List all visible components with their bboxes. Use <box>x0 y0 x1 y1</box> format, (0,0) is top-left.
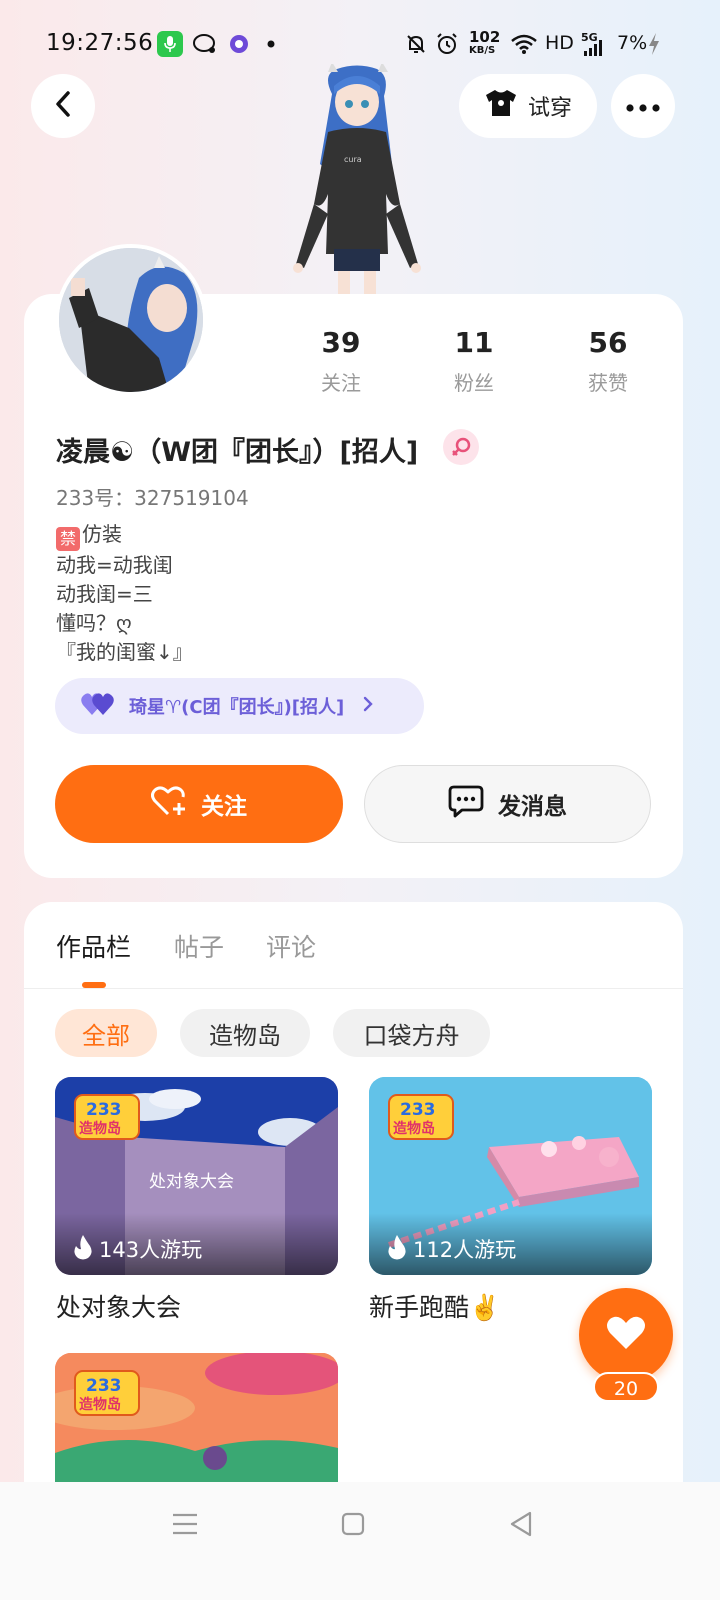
game-title[interactable]: 新手跑酷✌️ <box>369 1288 500 1324</box>
tab-posts[interactable]: 帖子 <box>174 928 224 964</box>
profile-avatar[interactable] <box>55 244 207 396</box>
logo-text-bottom: 造物岛 <box>393 1120 435 1137</box>
home-icon[interactable] <box>341 1512 365 1540</box>
user-id[interactable]: 233号：327519104 <box>56 482 249 511</box>
game-title[interactable]: 处对象大会 <box>56 1288 181 1324</box>
net-speed-value: 102 <box>469 28 501 46</box>
bestie-name: 琦星♈(C团『团长』)[招人] <box>129 697 345 718</box>
heart-icon <box>606 1315 646 1355</box>
like-button[interactable] <box>579 1288 673 1382</box>
follow-label: 关注 <box>201 794 247 820</box>
play-count-text: 112人游玩 <box>413 1238 517 1262</box>
menu-icon[interactable] <box>172 1512 198 1540</box>
more-button[interactable] <box>611 74 675 138</box>
status-time: 19:27:56 <box>46 30 154 56</box>
tab-comments[interactable]: 评论 <box>266 928 316 964</box>
chevron-left-icon <box>53 90 73 122</box>
tabs-divider <box>24 988 683 989</box>
battery-text: 7% <box>617 32 648 54</box>
net-speed-unit: KB/S <box>469 45 496 56</box>
filter-all[interactable]: 全部 <box>55 1009 157 1057</box>
logo-text-top: 233 <box>86 1100 122 1120</box>
bio-line: 动我闺=三 <box>56 582 153 606</box>
mic-icon <box>157 31 183 57</box>
message-icon <box>448 784 484 824</box>
bio: 禁仿装 动我=动我闺 动我闺=三 懂吗？ღ 『我的闺蜜↓』 <box>56 520 193 667</box>
bio-line: 『我的闺蜜↓』 <box>56 640 193 664</box>
island-logo: 233 造物岛 <box>387 1093 455 1141</box>
tshirt-icon <box>484 88 518 124</box>
stat-likes-value: 56 <box>588 326 628 359</box>
logo-text-top: 233 <box>86 1376 122 1396</box>
message-button[interactable]: 发消息 <box>364 765 651 843</box>
more-dots-icon <box>626 97 660 116</box>
alarm-icon <box>434 32 460 56</box>
stat-fans-value: 11 <box>454 326 494 359</box>
stat-likes[interactable]: 56 获赞 <box>563 326 653 396</box>
tab-works[interactable]: 作品栏 <box>56 928 131 964</box>
bio-line: 动我=动我闺 <box>56 553 173 577</box>
game-card[interactable]: 233 造物岛 <box>55 1353 338 1483</box>
bestie-link[interactable]: 琦星♈(C团『团长』)[招人] <box>55 678 424 734</box>
stat-following-value: 39 <box>321 326 361 359</box>
hd-label: HD <box>545 32 574 54</box>
female-icon <box>443 429 479 465</box>
bio-line-text: 仿装 <box>82 522 122 546</box>
mute-bell-icon <box>404 32 428 56</box>
game-scene-text: 处对象大会 <box>149 1172 234 1192</box>
game-card[interactable]: 处对象大会 233 造物岛 143人游玩 <box>55 1077 338 1275</box>
filter-pocket-ark[interactable]: 口袋方舟 <box>333 1009 490 1057</box>
play-count: 112人游玩 <box>369 1213 652 1275</box>
stat-fans[interactable]: 11 粉丝 <box>429 326 519 396</box>
stat-likes-label: 获赞 <box>588 371 628 395</box>
dot-icon <box>266 32 276 56</box>
message-label: 发消息 <box>498 794 567 820</box>
like-count: 20 <box>593 1372 659 1402</box>
system-nav-bar <box>0 1482 720 1600</box>
vpn-icon <box>228 32 250 56</box>
island-logo: 233 造物岛 <box>73 1093 141 1141</box>
bio-line: 禁仿装 <box>56 520 193 551</box>
island-logo: 233 造物岛 <box>73 1369 141 1417</box>
avatar-character-3d[interactable]: cura <box>282 62 432 296</box>
flame-icon <box>387 1234 407 1265</box>
svg-text:cura: cura <box>344 155 362 164</box>
bio-line: 懂吗？ღ <box>56 611 132 635</box>
back-button[interactable] <box>31 74 95 138</box>
heart-plus-icon <box>151 785 187 823</box>
logo-text-bottom: 造物岛 <box>79 1120 121 1137</box>
chevron-right-icon <box>362 695 374 718</box>
ban-badge: 禁 <box>56 527 80 551</box>
stat-following[interactable]: 39 关注 <box>296 326 386 396</box>
nickname: 凌晨☯（W团『团长』）[招人] <box>56 437 419 468</box>
double-heart-icon <box>81 691 115 722</box>
follow-button[interactable]: 关注 <box>55 765 343 843</box>
stat-fans-label: 粉丝 <box>454 371 494 395</box>
play-count-text: 143人游玩 <box>99 1238 203 1262</box>
flame-icon <box>73 1234 93 1265</box>
charging-icon <box>647 32 661 56</box>
logo-text-bottom: 造物岛 <box>79 1396 121 1413</box>
try-on-label: 试穿 <box>527 96 572 121</box>
play-count: 143人游玩 <box>55 1213 338 1275</box>
back-icon[interactable] <box>508 1510 534 1542</box>
game-card[interactable]: 233 造物岛 112人游玩 <box>369 1077 652 1275</box>
stat-following-label: 关注 <box>321 371 361 395</box>
chat-bubble-icon <box>191 32 219 56</box>
filter-creation-island[interactable]: 造物岛 <box>180 1009 310 1057</box>
logo-text-top: 233 <box>400 1100 436 1120</box>
try-on-button[interactable]: 试穿 <box>459 74 597 138</box>
wifi-icon <box>510 32 538 56</box>
signal-icon <box>583 40 607 56</box>
